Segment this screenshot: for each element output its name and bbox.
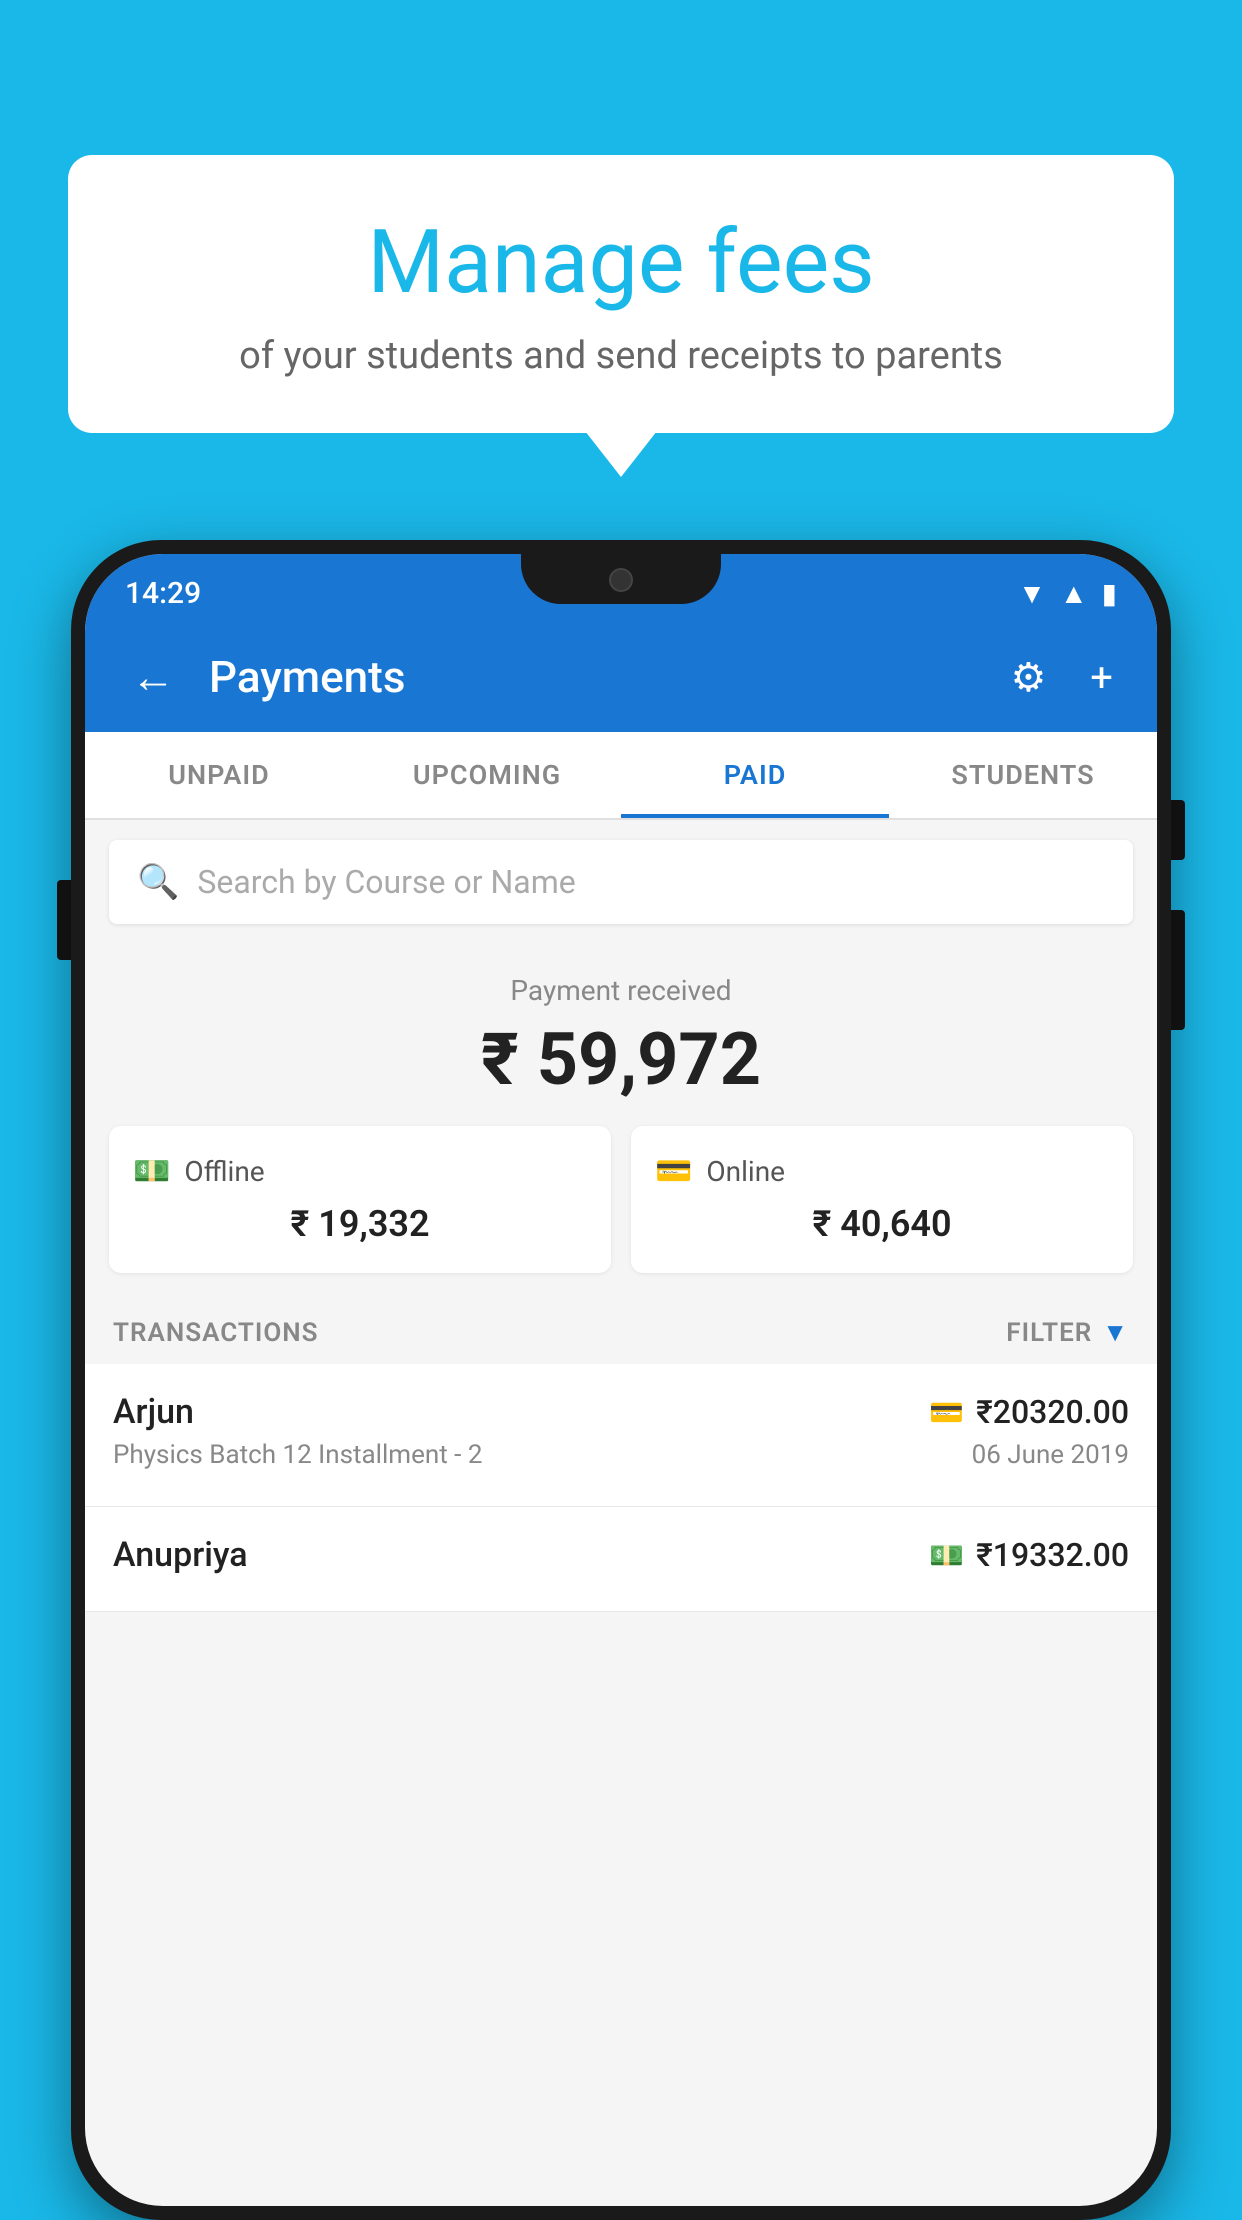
status-icons: ▼ ▲ ▮ <box>1018 577 1117 610</box>
offline-card: 💵 Offline ₹ 19,332 <box>109 1126 611 1273</box>
offline-amount: ₹ 19,332 <box>133 1203 587 1245</box>
online-label: Online <box>706 1155 785 1188</box>
table-row[interactable]: Arjun 💳 ₹20320.00 Physics Batch 12 Insta… <box>85 1364 1157 1507</box>
pay-mode-icon: 💳 <box>929 1396 964 1429</box>
transaction-amount-row: 💳 ₹20320.00 <box>929 1393 1129 1431</box>
transaction-date: 06 June 2019 <box>972 1440 1129 1470</box>
search-icon: 🔍 <box>137 862 179 902</box>
tab-paid[interactable]: PAID <box>621 732 889 818</box>
filter-label: FILTER <box>1006 1318 1092 1348</box>
tab-students[interactable]: STUDENTS <box>889 732 1157 818</box>
volume-down-button <box>1171 910 1185 1030</box>
transaction-name: Anupriya <box>113 1535 248 1575</box>
search-placeholder: Search by Course or Name <box>197 863 575 901</box>
transaction-amount-row: 💵 ₹19332.00 <box>929 1536 1129 1574</box>
bubble-title: Manage fees <box>118 215 1124 312</box>
back-button[interactable]: ← <box>121 641 185 713</box>
cash-icon: 💵 <box>133 1154 170 1189</box>
transaction-name: Arjun <box>113 1392 194 1432</box>
offline-header: 💵 Offline <box>133 1154 587 1189</box>
settings-button[interactable]: ⚙ <box>1002 646 1054 709</box>
search-bar[interactable]: 🔍 Search by Course or Name <box>109 840 1133 924</box>
card-icon: 💳 <box>655 1154 692 1189</box>
page-title: Payments <box>209 651 978 703</box>
camera <box>609 568 633 592</box>
add-button[interactable]: + <box>1082 646 1121 709</box>
transactions-label: TRANSACTIONS <box>113 1318 319 1348</box>
transaction-amount: ₹19332.00 <box>976 1536 1129 1574</box>
signal-icon: ▲ <box>1060 577 1088 610</box>
battery-icon: ▮ <box>1102 577 1117 610</box>
notch <box>521 554 721 604</box>
app-bar: ← Payments ⚙ + <box>85 622 1157 732</box>
status-time: 14:29 <box>125 576 201 611</box>
transaction-detail: Physics Batch 12 Installment - 2 <box>113 1440 482 1470</box>
phone-frame: 14:29 ▼ ▲ ▮ ← Payments ⚙ + UNPAID UPCOMI… <box>71 540 1171 2220</box>
table-row[interactable]: Anupriya 💵 ₹19332.00 <box>85 1507 1157 1612</box>
offline-label: Offline <box>184 1155 264 1188</box>
filter-button[interactable]: FILTER ▼ <box>1006 1317 1129 1348</box>
filter-icon: ▼ <box>1102 1317 1129 1348</box>
transaction-list: Arjun 💳 ₹20320.00 Physics Batch 12 Insta… <box>85 1364 1157 1612</box>
bubble-subtitle: of your students and send receipts to pa… <box>118 334 1124 378</box>
power-button <box>1171 800 1185 860</box>
speech-bubble: Manage fees of your students and send re… <box>68 155 1174 433</box>
volume-button <box>57 880 71 960</box>
content-area: 🔍 Search by Course or Name Payment recei… <box>85 840 1157 1612</box>
app-bar-actions: ⚙ + <box>1002 646 1121 709</box>
payment-summary: Payment received ₹ 59,972 💵 Offline ₹ 19… <box>85 944 1157 1293</box>
transactions-header: TRANSACTIONS FILTER ▼ <box>85 1293 1157 1364</box>
payment-cards: 💵 Offline ₹ 19,332 💳 Online ₹ 40,640 <box>109 1126 1133 1273</box>
pay-mode-icon: 💵 <box>929 1539 964 1572</box>
online-amount: ₹ 40,640 <box>655 1203 1109 1245</box>
wifi-icon: ▼ <box>1018 577 1046 610</box>
tab-upcoming[interactable]: UPCOMING <box>353 732 621 818</box>
tab-unpaid[interactable]: UNPAID <box>85 732 353 818</box>
total-amount: ₹ 59,972 <box>109 1017 1133 1102</box>
transaction-amount: ₹20320.00 <box>976 1393 1129 1431</box>
payment-received-label: Payment received <box>109 974 1133 1007</box>
online-header: 💳 Online <box>655 1154 1109 1189</box>
online-card: 💳 Online ₹ 40,640 <box>631 1126 1133 1273</box>
tabs: UNPAID UPCOMING PAID STUDENTS <box>85 732 1157 820</box>
